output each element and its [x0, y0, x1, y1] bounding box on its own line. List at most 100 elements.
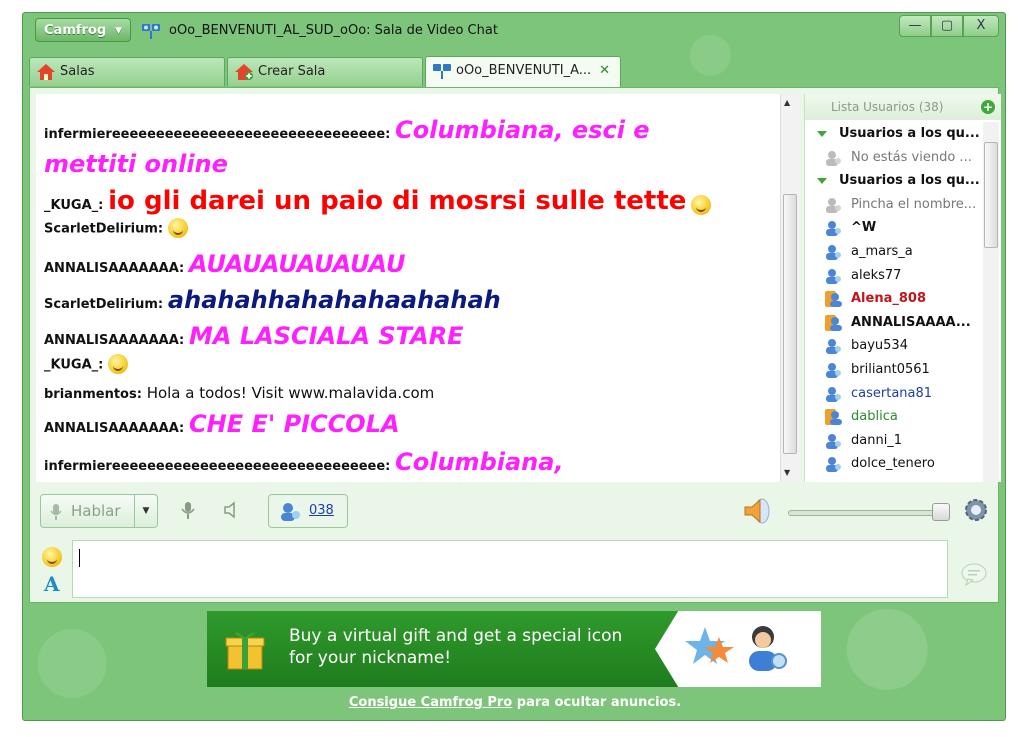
camfrog-menu-button[interactable]: Camfrog ▼ — [35, 18, 131, 42]
group-hint-text: No estás viendo ... — [851, 149, 972, 165]
volume-slider[interactable] — [788, 510, 948, 516]
message-input[interactable] — [72, 540, 948, 598]
user-list-item[interactable]: Alena_808 — [805, 287, 981, 311]
camfrog-window: Camfrog ▼ oOo_BENVENUTI_AL_SUD_oOo: Sala… — [22, 12, 1006, 721]
group-label: Usuarios a los qu... — [839, 173, 980, 189]
camfrog-pro-link[interactable]: Consigue Camfrog Pro — [349, 695, 512, 710]
chat-scrollbar[interactable]: ▲ ▼ — [780, 94, 799, 482]
viewers-count: 038 — [309, 503, 334, 518]
chat-nick: ScarletDelirium: — [44, 297, 164, 312]
chat-scroll-thumb[interactable] — [783, 194, 797, 454]
room-panel: infermiereeeeeeeeeeeeeeeeeeeeeeeeeeeeeee… — [29, 87, 1001, 603]
user-webcam-icon — [826, 339, 841, 355]
chat-text: Hola a todos! Visit www.malavida.com — [146, 384, 435, 402]
user-pro-icon — [825, 291, 842, 308]
chat-message: brianmentos: Hola a todos! Visit www.mal… — [44, 384, 434, 402]
user-avatar-icon — [749, 626, 787, 671]
pro-upsell-text: para ocultar anuncios. — [512, 695, 682, 710]
user-list-item[interactable]: briliant0561 — [805, 358, 981, 382]
camfrog-menu-label: Camfrog — [44, 23, 107, 38]
talk-label: Hablar — [71, 502, 121, 520]
tab-crear-sala[interactable]: Crear Sala — [227, 57, 423, 86]
user-pro-icon — [825, 409, 842, 426]
microphone-icon[interactable] — [178, 500, 198, 520]
user-list-item[interactable]: bayu534 — [805, 334, 981, 358]
user-webcam-icon — [826, 386, 841, 402]
user-list-scroll-thumb[interactable] — [984, 142, 998, 248]
chat-nick: ScarletDelirium: — [44, 221, 164, 237]
virtual-gift-banner[interactable]: Buy a virtual gift and get a special ico… — [207, 611, 821, 687]
banner-line-1: Buy a virtual gift and get a special ico… — [289, 626, 623, 646]
user-list-item[interactable]: casertana81 — [805, 382, 981, 406]
video-room-icon — [142, 24, 160, 39]
chat-message: _KUGA_: io gli darei un paio di mosrsi s… — [44, 186, 712, 216]
chat-nick: ANNALISAAAAAAA: — [44, 333, 185, 348]
user-group-hint: No estás viendo ... — [805, 146, 981, 170]
user-list-item[interactable]: dolce_tenero — [805, 452, 981, 476]
send-message-icon[interactable] — [960, 562, 988, 586]
group-hint-text: Pincha el nombre... — [851, 196, 977, 212]
user-list-item[interactable]: aleks77 — [805, 264, 981, 288]
user-name: ANNALISAAAA... — [851, 314, 971, 330]
talk-options-dropdown[interactable]: ▼ — [134, 495, 157, 527]
font-format-button[interactable]: A — [44, 572, 60, 596]
chat-nick: _KUGA_: — [44, 198, 104, 213]
user-group-header[interactable]: Usuarios a los qu... — [805, 169, 981, 193]
speaker-icon[interactable] — [222, 500, 242, 520]
scroll-down-icon[interactable]: ▼ — [784, 468, 790, 477]
expand-arrow-icon — [817, 178, 827, 185]
user-list: Usuarios a los qu... No estás viendo ...… — [805, 122, 981, 476]
banner-text: Buy a virtual gift and get a special ico… — [289, 625, 622, 669]
chat-message: ScarletDelirium: ahahahhahahahaahahah — [44, 286, 501, 314]
video-room-icon — [433, 64, 451, 79]
user-list-scrollbar[interactable] — [983, 122, 999, 482]
chat-text: AUAUAUAUAUAU — [189, 250, 406, 278]
user-name: bayu534 — [851, 338, 908, 354]
volume-slider-handle[interactable] — [932, 503, 950, 521]
gear-icon[interactable] — [962, 496, 990, 524]
chat-text: mettiti online — [44, 150, 228, 178]
tab-label: oOo_BENVENUTI_A... — [456, 63, 592, 78]
user-name: Alena_808 — [851, 291, 926, 307]
chat-text: MA LASCIALA STARE — [189, 322, 464, 350]
add-user-icon[interactable]: + — [981, 100, 995, 114]
home-icon — [37, 64, 55, 80]
emoticons-button[interactable] — [42, 546, 62, 567]
tab-label: Salas — [60, 64, 95, 79]
chat-log: infermiereeeeeeeeeeeeeeeeeeeeeeeeeeeeeee… — [36, 94, 780, 482]
user-group-hint: Pincha el nombre... — [805, 193, 981, 217]
tab-current-room[interactable]: oOo_BENVENUTI_A... ✕ — [425, 56, 621, 87]
tab-salas[interactable]: Salas — [29, 57, 225, 86]
user-webcam-icon — [826, 221, 841, 237]
close-tab-icon[interactable]: ✕ — [599, 57, 610, 85]
user-name: briliant0561 — [851, 361, 930, 377]
user-pro-icon — [825, 314, 842, 331]
scroll-up-icon[interactable]: ▲ — [784, 98, 790, 107]
chat-nick: brianmentos: — [44, 387, 142, 402]
chat-nick: infermiereeeeeeeeeeeeeeeeeeeeeeeeeeeeeee… — [44, 127, 391, 142]
smiley-emoticon-icon — [691, 194, 712, 215]
chat-nick: ANNALISAAAAAAA: — [44, 261, 185, 276]
title-bar: Camfrog ▼ oOo_BENVENUTI_AL_SUD_oOo: Sala… — [23, 13, 1005, 49]
chat-nick: ANNALISAAAAAAA: — [44, 421, 185, 436]
expand-arrow-icon — [817, 131, 827, 137]
user-list-item[interactable]: dablica — [805, 405, 981, 429]
user-list-item[interactable]: danni_1 — [805, 429, 981, 453]
smiley-emoticon-icon — [108, 354, 129, 374]
talk-button[interactable]: Hablar ▼ — [40, 494, 158, 528]
chat-text: Columbiana, — [395, 448, 564, 476]
user-list-item[interactable]: a_mars_a — [805, 240, 981, 264]
pro-upsell: Consigue Camfrog Pro para ocultar anunci… — [23, 695, 1007, 710]
user-group-header[interactable]: Usuarios a los qu... — [805, 122, 981, 146]
close-button[interactable]: X — [963, 15, 999, 37]
maximize-button[interactable]: ▢ — [931, 15, 963, 37]
chat-message: ScarletDelirium: — [44, 218, 188, 238]
chat-message-continued: mettiti online — [44, 150, 228, 178]
user-list-panel: Lista Usuarios (38) + Usuarios a los qu.… — [804, 94, 1001, 482]
viewers-count-button[interactable]: 038 — [268, 494, 348, 528]
user-list-item[interactable]: ^W — [805, 216, 981, 240]
user-list-item[interactable]: ANNALISAAAA... — [805, 311, 981, 335]
volume-icon[interactable] — [742, 496, 772, 526]
chat-message: infermiereeeeeeeeeeeeeeeeeeeeeeeeeeeeeee… — [44, 448, 564, 476]
minimize-button[interactable]: — — [899, 15, 931, 37]
